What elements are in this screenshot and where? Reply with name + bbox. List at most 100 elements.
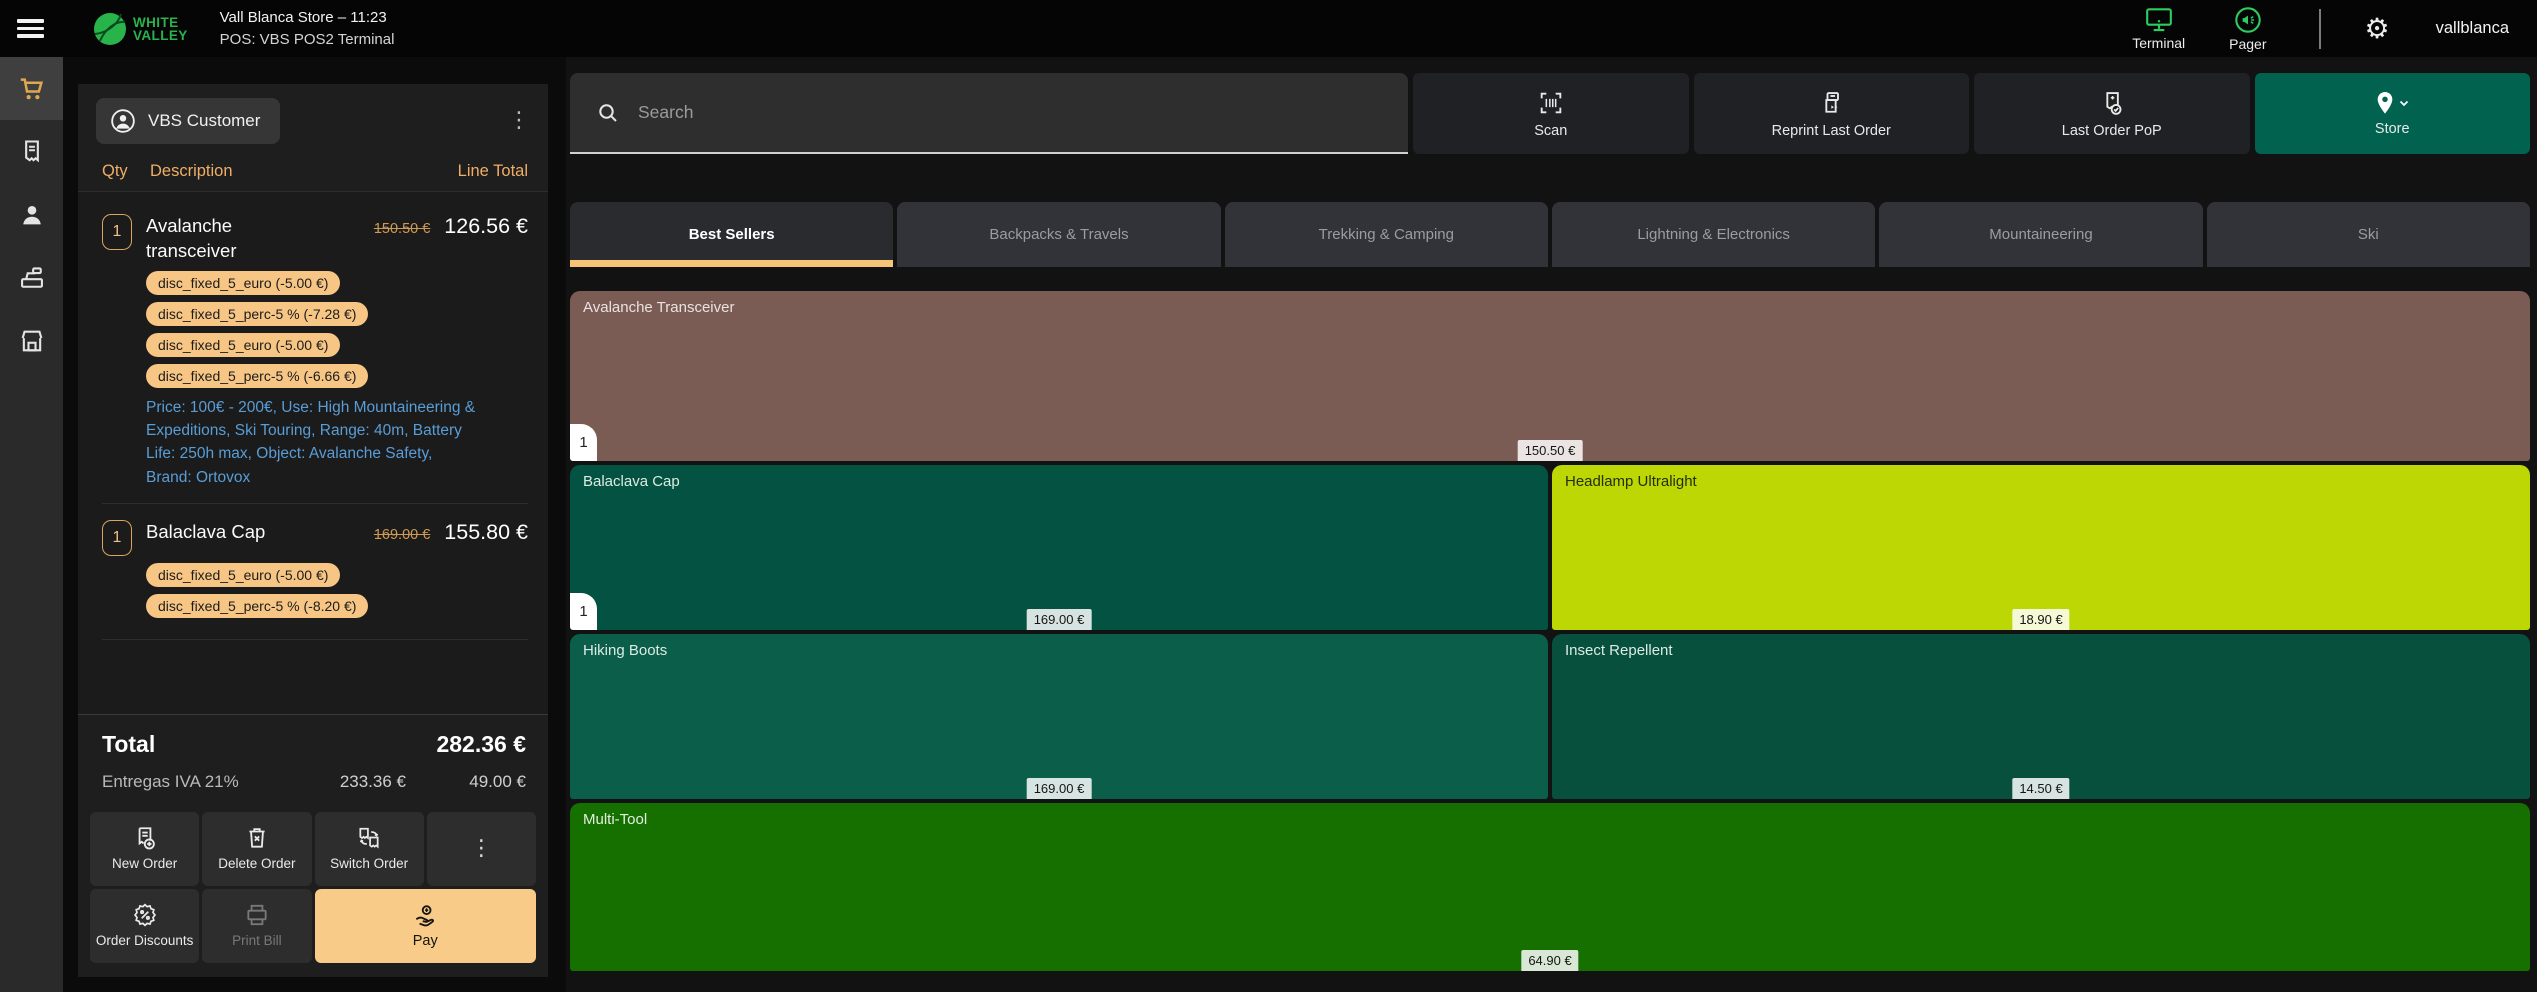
line-old-price: 150.50 € <box>374 221 430 237</box>
location-pin-icon <box>2374 91 2396 115</box>
top-header: WHITE VALLEY Vall Blanca Store – 11:23 P… <box>0 0 2537 57</box>
new-order-button[interactable]: New Order <box>90 812 199 886</box>
switch-order-label: Switch Order <box>330 856 408 872</box>
pay-label: Pay <box>413 933 438 950</box>
rail-item-cash-register[interactable] <box>0 246 63 309</box>
line-discount-tags: disc_fixed_5_euro (-5.00 €) disc_fixed_5… <box>146 271 528 388</box>
rail-item-register[interactable] <box>0 57 63 120</box>
new-order-icon <box>132 825 158 851</box>
search-bar[interactable] <box>570 73 1408 154</box>
customer-button[interactable]: VBS Customer <box>96 98 280 144</box>
last-order-pop-button[interactable]: Last Order PoP <box>1974 73 2250 154</box>
line-product-info: Price: 100€ - 200€, Use: High Mountainee… <box>146 396 481 489</box>
delete-order-button[interactable]: Delete Order <box>202 812 311 886</box>
rail-item-customers[interactable] <box>0 183 63 246</box>
settings-gear-icon[interactable]: ⚙ <box>2365 15 2390 43</box>
order-line[interactable]: 1 Balaclava Cap 169.00 € 155.80 € disc_f… <box>102 504 528 640</box>
order-totals: Total 282.36 € Entregas IVA 21% 233.36 €… <box>78 714 548 802</box>
product-tile-insect-repellent[interactable]: Insect Repellent 14.50 € <box>1552 634 2530 799</box>
logged-in-user[interactable]: vallblanca <box>2436 19 2509 38</box>
pager-icon <box>2234 6 2262 34</box>
line-qty-badge: 1 <box>102 214 132 250</box>
hamburger-menu-icon[interactable] <box>17 19 44 38</box>
rail-item-orders[interactable] <box>0 120 63 183</box>
pager-button[interactable]: Pager <box>2229 6 2266 52</box>
tab-trekking-camping[interactable]: Trekking & Camping <box>1225 202 1548 267</box>
product-name: Hiking Boots <box>583 642 1535 659</box>
product-name: Insect Repellent <box>1565 642 2517 659</box>
product-name: Balaclava Cap <box>583 473 1535 490</box>
store-label: Store <box>2375 121 2410 137</box>
discount-tag: disc_fixed_5_perc-5 % (-6.66 €) <box>146 364 368 388</box>
session-info: Vall Blanca Store – 11:23 POS: VBS POS2 … <box>220 7 395 51</box>
product-qty-badge: 1 <box>570 593 597 630</box>
product-tile-avalanche-transceiver[interactable]: Avalanche Transceiver 1 150.50 € <box>570 291 2530 461</box>
print-bill-button[interactable]: Print Bill <box>202 889 311 963</box>
line-product-name: Avalanche transceiver <box>146 214 311 264</box>
line-discount-tags: disc_fixed_5_euro (-5.00 €) disc_fixed_5… <box>146 563 528 618</box>
column-qty: Qty <box>102 162 150 181</box>
tax-amount: 49.00 € <box>406 772 526 792</box>
left-navigation-rail <box>0 57 63 992</box>
store-title: Vall Blanca Store – 11:23 <box>220 7 395 29</box>
tab-mountaineering[interactable]: Mountaineering <box>1879 202 2202 267</box>
more-actions-button[interactable]: ⋮ <box>427 812 536 886</box>
toolbar-buttons: Scan Reprint Last Order <box>1413 73 2530 154</box>
reprint-icon <box>1817 89 1845 117</box>
cash-register-icon <box>18 264 46 292</box>
product-price-badge: 14.50 € <box>2012 778 2069 799</box>
tax-base-amount: 233.36 € <box>276 772 406 792</box>
print-bill-icon <box>244 902 270 928</box>
discount-tag: disc_fixed_5_euro (-5.00 €) <box>146 271 340 295</box>
tab-best-sellers[interactable]: Best Sellers <box>570 202 893 267</box>
order-options-kebab-icon[interactable]: ⋮ <box>506 116 532 126</box>
product-price-badge: 169.00 € <box>1027 778 1092 799</box>
last-order-pop-icon <box>2098 89 2126 117</box>
total-value: 282.36 € <box>436 731 526 758</box>
receipt-icon <box>18 138 46 166</box>
tab-backpacks-travels[interactable]: Backpacks & Travels <box>897 202 1220 267</box>
scan-button[interactable]: Scan <box>1413 73 1689 154</box>
order-line[interactable]: 1 Avalanche transceiver 150.50 € 126.56 … <box>102 198 528 504</box>
line-price: 126.56 € <box>444 214 528 239</box>
column-line-total: Line Total <box>458 162 528 181</box>
line-product-name: Balaclava Cap <box>146 520 311 545</box>
product-qty-badge: 1 <box>570 424 597 461</box>
rail-item-shop[interactable] <box>0 309 63 372</box>
pay-button[interactable]: Pay <box>315 889 537 963</box>
white-valley-logo: WHITE VALLEY <box>94 13 188 45</box>
scan-label: Scan <box>1534 123 1567 139</box>
total-label: Total <box>102 731 155 758</box>
customer-name: VBS Customer <box>148 111 260 131</box>
store-selector-button[interactable]: Store <box>2255 73 2531 154</box>
logo-globe-icon <box>94 13 126 45</box>
terminal-label: Terminal <box>2132 35 2185 51</box>
product-name: Headlamp Ultralight <box>1565 473 2517 490</box>
product-tile-multi-tool[interactable]: Multi-Tool 64.90 € <box>570 803 2530 971</box>
product-tile-balaclava-cap[interactable]: Balaclava Cap 1 169.00 € <box>570 465 1548 630</box>
line-price: 155.80 € <box>444 520 528 545</box>
category-tabs: Best Sellers Backpacks & Travels Trekkin… <box>570 202 2530 267</box>
product-name: Avalanche Transceiver <box>583 299 2517 316</box>
discount-tag: disc_fixed_5_perc-5 % (-8.20 €) <box>146 594 368 618</box>
pos-terminal-subtitle: POS: VBS POS2 Terminal <box>220 29 395 51</box>
search-input[interactable] <box>638 102 1382 123</box>
product-tile-headlamp-ultralight[interactable]: Headlamp Ultralight 18.90 € <box>1552 465 2530 630</box>
product-tile-hiking-boots[interactable]: Hiking Boots 169.00 € <box>570 634 1548 799</box>
order-discounts-icon <box>132 902 158 928</box>
search-icon <box>596 101 620 125</box>
tab-ski[interactable]: Ski <box>2207 202 2530 267</box>
terminal-button[interactable]: Terminal <box>2132 7 2185 51</box>
pos-app: WHITE VALLEY Vall Blanca Store – 11:23 P… <box>0 0 2537 992</box>
header-right: Terminal Pager ⚙ vallblanca <box>2132 6 2509 52</box>
pager-label: Pager <box>2229 36 2266 52</box>
reprint-last-order-button[interactable]: Reprint Last Order <box>1694 73 1970 154</box>
customer-circle-icon <box>110 108 136 134</box>
tab-lightning-electronics[interactable]: Lightning & Electronics <box>1552 202 1875 267</box>
line-old-price: 169.00 € <box>374 527 430 543</box>
header-divider <box>2319 9 2321 49</box>
discount-tag: disc_fixed_5_euro (-5.00 €) <box>146 333 340 357</box>
order-discounts-button[interactable]: Order Discounts <box>90 889 199 963</box>
product-price-badge: 150.50 € <box>1518 440 1583 461</box>
switch-order-button[interactable]: Switch Order <box>315 812 424 886</box>
